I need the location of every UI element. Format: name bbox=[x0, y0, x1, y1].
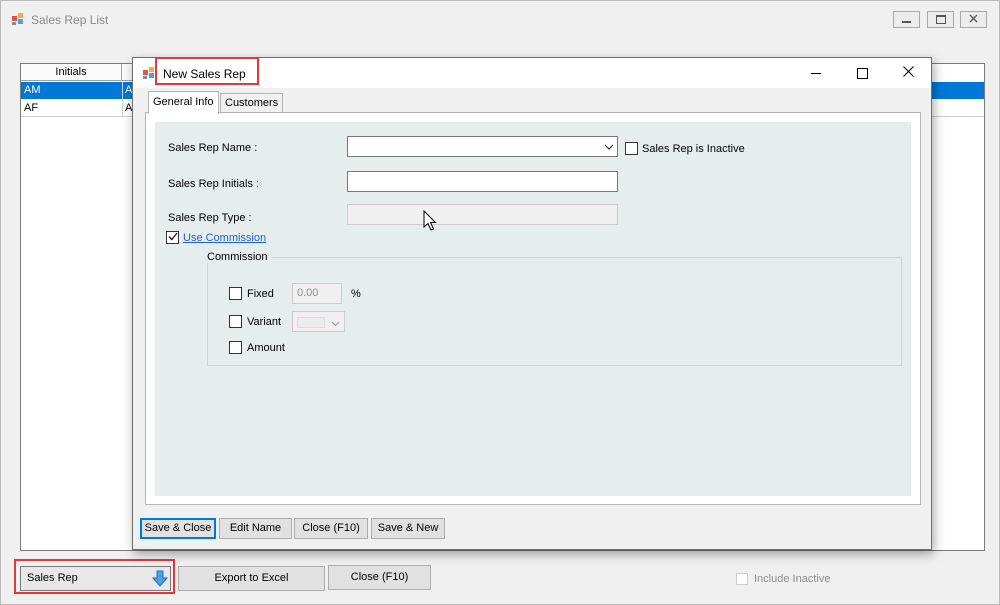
maximize-icon bbox=[856, 67, 868, 79]
fixed-percent-field[interactable]: 0.00 bbox=[292, 283, 342, 304]
cell-initials: AM bbox=[24, 84, 41, 96]
tab-customers[interactable]: Customers bbox=[220, 93, 284, 112]
fixed-label: Fixed bbox=[247, 288, 274, 300]
dropdown-label: Sales Rep bbox=[27, 572, 78, 584]
commission-group-label: Commission bbox=[203, 251, 272, 263]
app-icon bbox=[142, 66, 156, 80]
amount-label: Amount bbox=[247, 342, 285, 354]
include-inactive-label: Include Inactive bbox=[754, 573, 831, 585]
sales-rep-type-label: Sales Rep Type : bbox=[168, 212, 252, 224]
sales-rep-inactive-checkbox[interactable] bbox=[625, 142, 638, 155]
variant-label: Variant bbox=[247, 316, 282, 328]
use-commission-checkbox[interactable] bbox=[166, 231, 179, 244]
sales-rep-inactive-label: Sales Rep is Inactive bbox=[642, 143, 745, 155]
dialog-minimize-button[interactable] bbox=[793, 58, 839, 88]
amount-checkbox[interactable] bbox=[229, 341, 242, 354]
restore-icon bbox=[935, 15, 946, 24]
use-commission-link[interactable]: Use Commission bbox=[183, 232, 266, 244]
save-and-new-button[interactable]: Save & New bbox=[371, 518, 445, 539]
sales-rep-initials-field[interactable] bbox=[347, 171, 618, 192]
minimize-icon bbox=[902, 20, 911, 23]
dialog-maximize-button[interactable] bbox=[839, 58, 885, 88]
variant-value-swatch bbox=[297, 317, 325, 328]
sales-rep-dropdown-button[interactable]: Sales Rep bbox=[20, 566, 171, 591]
chevron-down-icon bbox=[331, 318, 340, 330]
highlight-box bbox=[155, 57, 259, 85]
minimize-icon bbox=[811, 72, 821, 74]
new-sales-rep-dialog: New Sales Rep General Info Customers Sal… bbox=[132, 57, 932, 550]
sales-rep-name-combobox[interactable] bbox=[347, 136, 618, 157]
export-to-excel-button[interactable]: Export to Excel bbox=[178, 566, 325, 591]
close-button[interactable] bbox=[960, 11, 987, 28]
close-icon bbox=[902, 66, 914, 80]
close-dialog-button[interactable]: Close (F10) bbox=[294, 518, 368, 539]
close-list-button[interactable]: Close (F10) bbox=[328, 565, 431, 590]
checkmark-icon bbox=[167, 232, 178, 244]
window-title: Sales Rep List bbox=[31, 13, 109, 27]
general-info-content: Sales Rep Name : Sales Rep is Inactive S… bbox=[155, 122, 911, 496]
column-divider bbox=[122, 82, 123, 118]
tab-panel: Sales Rep Name : Sales Rep is Inactive S… bbox=[145, 112, 921, 505]
save-and-close-button[interactable]: Save & Close bbox=[140, 518, 216, 539]
variant-dropdown[interactable] bbox=[292, 311, 345, 332]
fixed-checkbox[interactable] bbox=[229, 287, 242, 300]
sales-rep-type-field[interactable] bbox=[347, 204, 618, 225]
dialog-titlebar[interactable]: New Sales Rep bbox=[133, 57, 931, 88]
arrow-down-icon bbox=[151, 570, 169, 596]
sales-rep-name-label: Sales Rep Name : bbox=[168, 142, 258, 154]
mouse-cursor-icon bbox=[423, 209, 437, 235]
close-icon bbox=[969, 14, 978, 26]
variant-checkbox[interactable] bbox=[229, 315, 242, 328]
edit-name-button[interactable]: Edit Name bbox=[219, 518, 292, 539]
column-header-initials[interactable]: Initials bbox=[21, 64, 122, 81]
restore-button[interactable] bbox=[927, 11, 954, 28]
chevron-down-icon bbox=[604, 142, 614, 154]
sales-rep-initials-label: Sales Rep Initials : bbox=[168, 178, 260, 190]
minimize-button[interactable] bbox=[893, 11, 920, 28]
include-inactive-checkbox[interactable] bbox=[736, 573, 748, 585]
app-icon bbox=[11, 12, 25, 26]
tab-general-info[interactable]: General Info bbox=[148, 91, 219, 114]
percent-unit: % bbox=[351, 288, 361, 300]
cell-initials: AF bbox=[24, 102, 39, 114]
dialog-close-button[interactable] bbox=[885, 58, 931, 88]
